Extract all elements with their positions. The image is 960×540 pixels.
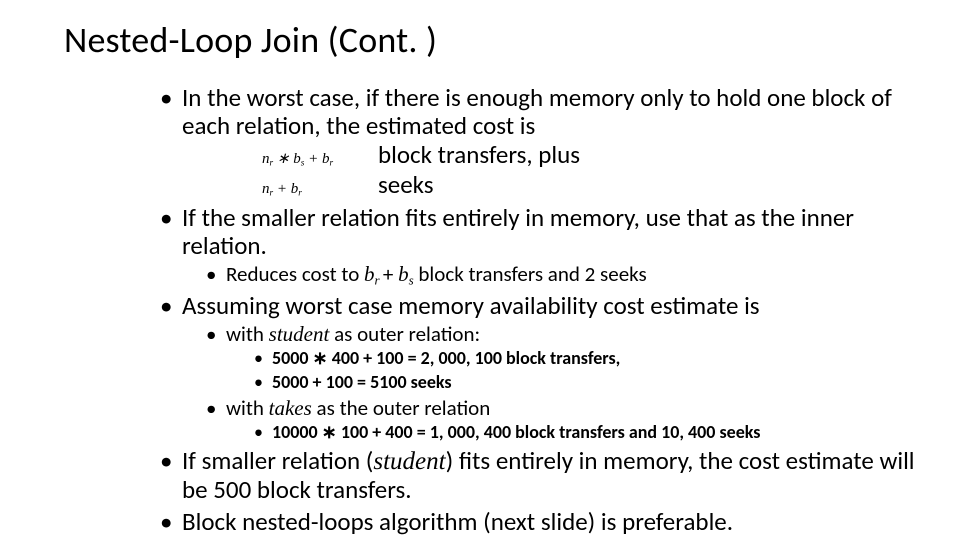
bullet-smaller-relation-500: If smaller relation (student) fits entir… <box>182 447 920 504</box>
text-part: Reduces cost to <box>226 261 364 287</box>
bullet-text: Assuming worst case memory availability … <box>182 290 760 321</box>
text-part: with <box>226 321 269 347</box>
relation-student: student <box>269 322 330 346</box>
formula-block-transfers: nr ∗ bs + br block transfers, plus <box>262 140 920 170</box>
sub-list: Reduces cost to br + bs block transfers … <box>226 262 920 288</box>
formula-desc: block transfers, plus <box>378 140 920 170</box>
formula-desc: seeks <box>378 170 920 200</box>
subsub-list: 5000 ∗ 400 + 100 = 2, 000, 100 block tra… <box>272 348 920 393</box>
text-part: as the outer relation <box>312 395 490 421</box>
bullet-text: In the worst case, if there is enough me… <box>182 82 892 141</box>
text-part: as outer relation: <box>329 321 480 347</box>
sub-list: with student as outer relation: 5000 ∗ 4… <box>226 322 920 443</box>
slide: Nested-Loop Join (Cont. ) In the worst c… <box>0 0 960 540</box>
bullet-block-nested-loops: Block nested-loops algorithm (next slide… <box>182 508 920 536</box>
text-part: If smaller relation ( <box>182 445 373 476</box>
bullet-worst-case: In the worst case, if there is enough me… <box>182 84 920 200</box>
bullet-smaller-relation-memory: If the smaller relation fits entirely in… <box>182 204 920 288</box>
sub-bullet-takes-outer: with takes as the outer relation 10000 ∗… <box>226 396 920 444</box>
text-part: with <box>226 395 269 421</box>
calc-student-seeks: 5000 + 100 = 5100 seeks <box>272 372 920 394</box>
relation-student: student <box>373 448 445 475</box>
bullet-assuming-worst-case: Assuming worst case memory availability … <box>182 292 920 443</box>
text-part: block transfers and 2 seeks <box>414 261 647 287</box>
var-br: br <box>364 262 383 286</box>
subsub-list: 10000 ∗ 100 + 400 = 1, 000, 400 block tr… <box>272 422 920 444</box>
formula-expr: nr + br <box>262 180 372 199</box>
calc-student-transfers: 5000 ∗ 400 + 100 = 2, 000, 100 block tra… <box>272 348 920 370</box>
calc-takes-transfers-seeks: 10000 ∗ 100 + 400 = 1, 000, 400 block tr… <box>272 422 920 444</box>
sub-bullet-student-outer: with student as outer relation: 5000 ∗ 4… <box>226 322 920 393</box>
relation-takes: takes <box>269 396 312 420</box>
bullet-list: In the worst case, if there is enough me… <box>182 84 920 536</box>
sub-bullet-reduces-cost: Reduces cost to br + bs block transfers … <box>226 262 920 288</box>
formula-block: nr ∗ bs + br block transfers, plus nr + … <box>182 140 920 200</box>
formula-seeks: nr + br seeks <box>262 170 920 200</box>
slide-title: Nested-Loop Join (Cont. ) <box>64 18 920 62</box>
bullet-text: If the smaller relation fits entirely in… <box>182 202 854 261</box>
var-bs: bs <box>398 262 414 286</box>
formula-expr: nr ∗ bs + br <box>262 150 372 169</box>
